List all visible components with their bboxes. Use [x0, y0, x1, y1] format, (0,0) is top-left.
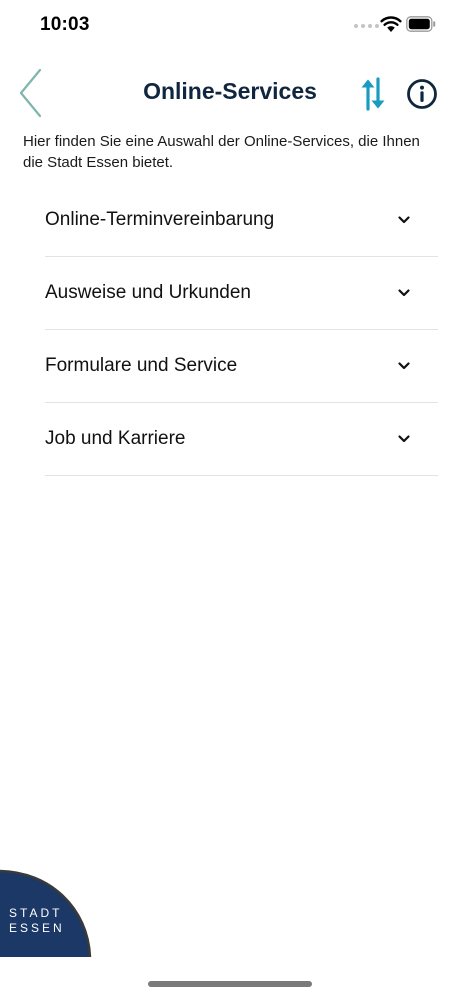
stadt-essen-logo: STADT ESSEN [0, 869, 92, 958]
section-label: Online-Terminvereinbarung [45, 209, 275, 230]
battery-icon [406, 16, 436, 32]
section-label: Formulare und Service [45, 355, 238, 376]
section-online-terminvereinbarung[interactable]: Online-Terminvereinbarung [45, 184, 438, 257]
intro-text: Hier finden Sie eine Auswahl der Online-… [23, 133, 420, 171]
logo-line-2: ESSEN [9, 921, 65, 935]
logo-line-1: STADT [9, 906, 62, 920]
page-title: Online-Services [143, 78, 317, 104]
section-ausweise-und-urkunden[interactable]: Ausweise und Urkunden [45, 257, 438, 330]
chevron-down-icon [396, 285, 412, 301]
section-job-und-karriere[interactable]: Job und Karriere [45, 403, 438, 476]
cellular-signal-icon [354, 24, 379, 28]
sort-arrows-icon [361, 77, 385, 111]
sort-button[interactable] [356, 74, 390, 114]
section-label: Job und Karriere [45, 428, 186, 449]
navigation-bar: Online-Services [0, 60, 460, 126]
chevron-down-icon [396, 212, 412, 228]
service-category-list: Online-Terminvereinbarung Ausweise und U… [45, 184, 438, 476]
status-time: 10:03 [40, 14, 90, 35]
info-button[interactable] [404, 76, 440, 112]
section-label: Ausweise und Urkunden [45, 282, 251, 303]
home-indicator [148, 981, 312, 987]
status-bar: 10:03 [0, 0, 460, 52]
chevron-down-icon [396, 358, 412, 374]
wifi-icon [380, 16, 402, 32]
info-icon [407, 79, 437, 109]
chevron-down-icon [396, 431, 412, 447]
section-formulare-und-service[interactable]: Formulare und Service [45, 330, 438, 403]
